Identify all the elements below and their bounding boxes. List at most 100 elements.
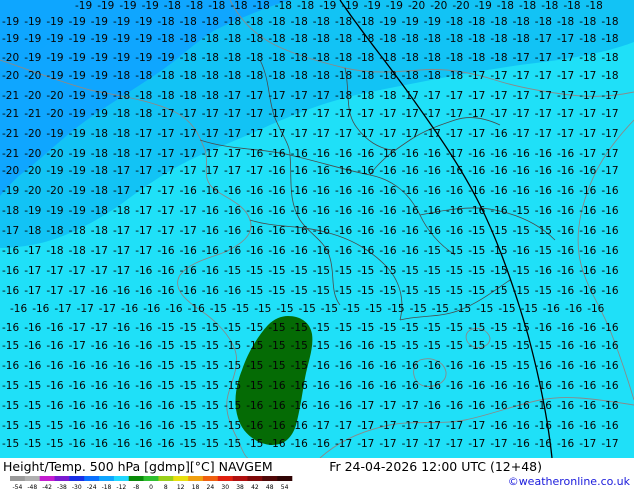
temperature-label: -16	[446, 205, 463, 217]
temperature-label: -17	[180, 148, 197, 160]
temperature-label: -16	[313, 148, 330, 160]
temperature-label: -17	[601, 108, 618, 120]
temperature-label: -18	[379, 90, 396, 102]
temperature-label: -16	[468, 165, 485, 177]
weather-map-page: -19 -19 -19 -19 -18 -18 -18 -18 -18 -18 -18 -19 -19-…	[0, 0, 634, 490]
temperature-label: -17	[335, 128, 352, 140]
temperature-label: -19	[113, 52, 130, 64]
temperature-label: -17	[468, 438, 485, 450]
temperature-label: -15	[513, 205, 530, 217]
temperature-label: -15	[2, 438, 19, 450]
temperature-label: -17	[557, 108, 574, 120]
temperature-label: -17	[379, 108, 396, 120]
temperature-label: -17	[357, 400, 374, 412]
temperature-label: -20	[46, 185, 63, 197]
temperature-label: -17	[157, 128, 174, 140]
temperature-label: -16	[402, 225, 419, 237]
temperature-label: -18	[2, 205, 19, 217]
temperature-label: -16	[535, 420, 552, 432]
temperature-label: -16	[402, 205, 419, 217]
temperature-label: -18	[157, 90, 174, 102]
temperature-label: -16	[268, 245, 285, 257]
temperature-label: -16	[579, 185, 596, 197]
temperature-label: -16	[357, 225, 374, 237]
temperature-label: -16	[579, 245, 596, 257]
temperature-label: -17	[446, 128, 463, 140]
temperature-label: -15	[24, 420, 41, 432]
temperature-label: -18	[513, 16, 530, 28]
color-scale-tick: 42	[251, 484, 259, 490]
temperature-label: -18	[157, 16, 174, 28]
temperature-label: -15	[299, 303, 316, 315]
color-scale-swatch	[10, 476, 26, 481]
temperature-label: -18	[164, 0, 181, 12]
temperature-label: -18	[297, 0, 314, 12]
temperature-label: -18	[113, 90, 130, 102]
temperature-label: -15	[46, 438, 63, 450]
temperature-label: -17	[54, 303, 71, 315]
temperature-label: -16	[46, 340, 63, 352]
temperature-label: -16	[202, 245, 219, 257]
temperature-label: -17	[113, 245, 130, 257]
temperature-label: -17	[513, 108, 530, 120]
temperature-label: -16	[379, 245, 396, 257]
temperature-label: -15	[513, 322, 530, 334]
temperature-label: -15	[313, 322, 330, 334]
temperature-label: -15	[202, 360, 219, 372]
temperature-label: -15	[335, 265, 352, 277]
temperature-label: -18	[268, 16, 285, 28]
temperature-label: -18	[468, 33, 485, 45]
temperature-label: -19	[69, 90, 86, 102]
temperature-label: -17	[468, 420, 485, 432]
temperature-label: -16	[513, 400, 530, 412]
temperature-label: -16	[357, 165, 374, 177]
temperature-label: -19	[91, 108, 108, 120]
temperature-label: -16	[91, 285, 108, 297]
temperature-label: -16	[379, 360, 396, 372]
temperature-label: -19	[402, 16, 419, 28]
temperature-label: -16	[113, 360, 130, 372]
temperature-label: -16	[557, 265, 574, 277]
temperature-label: -15	[224, 340, 241, 352]
temperature-label: -16	[291, 245, 308, 257]
temperature-label: -15	[180, 322, 197, 334]
temperature-label: -16	[601, 245, 618, 257]
temperature-label: -16	[313, 205, 330, 217]
temperature-label: -16	[91, 438, 108, 450]
temperature-label: -16	[135, 340, 152, 352]
temperature-label: -15	[468, 285, 485, 297]
temperature-label: -16	[202, 225, 219, 237]
temperature-label: -16	[180, 285, 197, 297]
temperature-label: -15	[210, 303, 227, 315]
copyright-link[interactable]: ©weatheronline.co.uk	[508, 475, 630, 488]
temperature-label: -19	[2, 185, 19, 197]
temperature-label: -18	[490, 16, 507, 28]
temperature-label: -16	[121, 303, 138, 315]
temperature-label: -21	[2, 108, 19, 120]
temperature-label: -17	[135, 245, 152, 257]
temperature-label: -17	[246, 165, 263, 177]
temperature-label: -17	[513, 52, 530, 64]
temperature-label: -18	[91, 225, 108, 237]
temperature-label: -18	[357, 16, 374, 28]
temperature-label: -15	[424, 265, 441, 277]
temperature-label: -19	[135, 16, 152, 28]
temperature-label: -18	[91, 128, 108, 140]
temperature-label: -17	[446, 90, 463, 102]
temperature-label: -19	[157, 52, 174, 64]
temperature-label: -16	[69, 438, 86, 450]
temperature-label: -16	[113, 380, 130, 392]
temperature-label: -19	[91, 90, 108, 102]
temperature-label: -18	[135, 108, 152, 120]
color-scale-tick: 8	[164, 484, 168, 490]
temperature-label: -17	[291, 108, 308, 120]
temperature-label: -16	[402, 380, 419, 392]
temperature-label: -17	[601, 165, 618, 177]
temperature-label: -17	[246, 90, 263, 102]
temperature-label: -16	[291, 205, 308, 217]
temperature-label: -16	[402, 148, 419, 160]
temperature-label: -18	[202, 90, 219, 102]
temperature-label: -17	[468, 70, 485, 82]
temperature-label: -15	[180, 380, 197, 392]
temperature-label: -16	[24, 322, 41, 334]
